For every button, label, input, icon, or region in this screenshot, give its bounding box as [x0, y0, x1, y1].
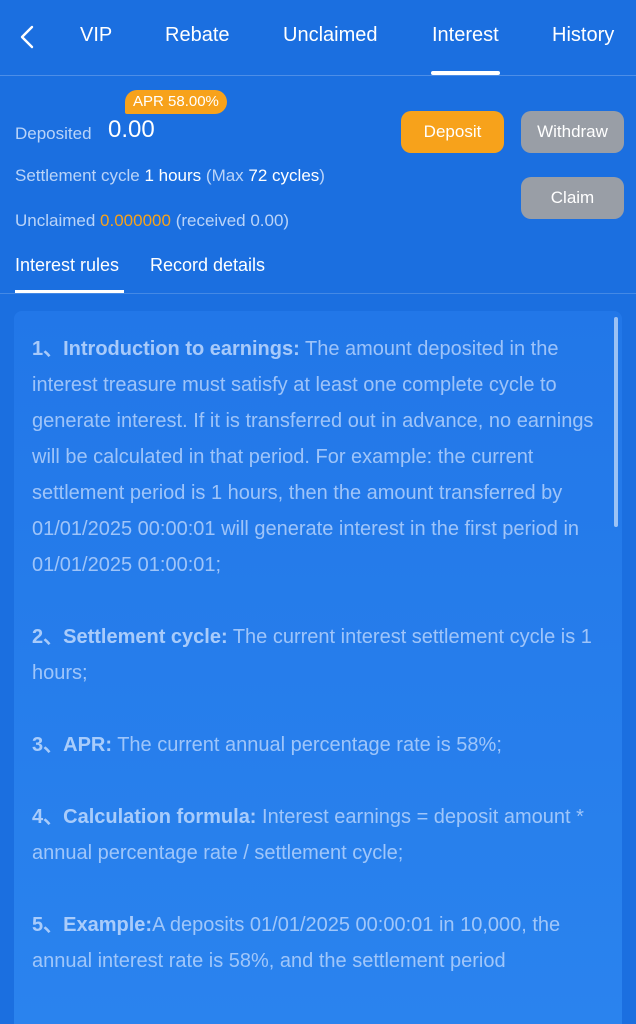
max-cycles-suffix: ): [319, 166, 325, 185]
apr-badge: APR 58.00%: [125, 90, 227, 114]
tab-vip[interactable]: VIP: [80, 24, 112, 47]
rule-title: 4、Calculation formula:: [32, 806, 257, 828]
rule-item: 3、APR: The current annual percentage rat…: [32, 727, 604, 763]
tab-interest[interactable]: Interest: [432, 24, 499, 47]
unclaimed-row: Unclaimed 0.000000 (received 0.00): [15, 211, 289, 231]
rule-text: The amount deposited in the interest tre…: [32, 338, 594, 576]
rule-title: 3、APR:: [32, 734, 113, 756]
rule-item: 4、Calculation formula: Interest earnings…: [32, 799, 604, 871]
subtab-record-details[interactable]: Record details: [150, 255, 265, 276]
chevron-left-icon: [20, 25, 34, 49]
settlement-cycle-row: Settlement cycle 1 hours (Max 72 cycles): [15, 166, 325, 186]
unclaimed-label: Unclaimed: [15, 211, 96, 230]
rule-title: 2、Settlement cycle:: [32, 626, 228, 648]
tab-unclaimed[interactable]: Unclaimed: [283, 24, 377, 47]
received-text: (received 0.00): [175, 211, 290, 230]
deposited-label: Deposited: [15, 124, 92, 143]
rule-item: 5、Example:A deposits 01/01/2025 00:00:01…: [32, 907, 604, 979]
tab-history[interactable]: History: [552, 24, 614, 47]
rule-title: 5、Example:: [32, 914, 153, 936]
deposited-value: 0.00: [108, 116, 155, 143]
interest-rules-panel[interactable]: 1、Introduction to earnings: The amount d…: [14, 311, 622, 1024]
rules-content: 1、Introduction to earnings: The amount d…: [32, 331, 604, 1015]
rule-text: The current annual percentage rate is 58…: [112, 734, 502, 756]
subtab-interest-rules[interactable]: Interest rules: [15, 255, 119, 276]
rule-item: 2、Settlement cycle: The current interest…: [32, 619, 604, 691]
top-nav: VIP Rebate Unclaimed Interest History: [0, 0, 636, 76]
scrollbar[interactable]: [614, 317, 618, 527]
rule-title: 1、Introduction to earnings:: [32, 338, 300, 360]
back-button[interactable]: [14, 22, 40, 52]
deposit-button[interactable]: Deposit: [401, 111, 504, 153]
active-tab-indicator: [431, 71, 500, 75]
claim-button[interactable]: Claim: [521, 177, 624, 219]
settlement-cycle-value: 1 hours: [144, 166, 202, 185]
unclaimed-value: 0.000000: [100, 211, 171, 230]
max-cycles-value: 72 cycles: [248, 166, 320, 185]
subtab-divider: [0, 293, 636, 294]
withdraw-button[interactable]: Withdraw: [521, 111, 624, 153]
tab-rebate[interactable]: Rebate: [165, 24, 230, 47]
settlement-cycle-label: Settlement cycle: [15, 166, 140, 185]
rule-item: 1、Introduction to earnings: The amount d…: [32, 331, 604, 583]
max-cycles-prefix: (Max: [205, 166, 244, 185]
